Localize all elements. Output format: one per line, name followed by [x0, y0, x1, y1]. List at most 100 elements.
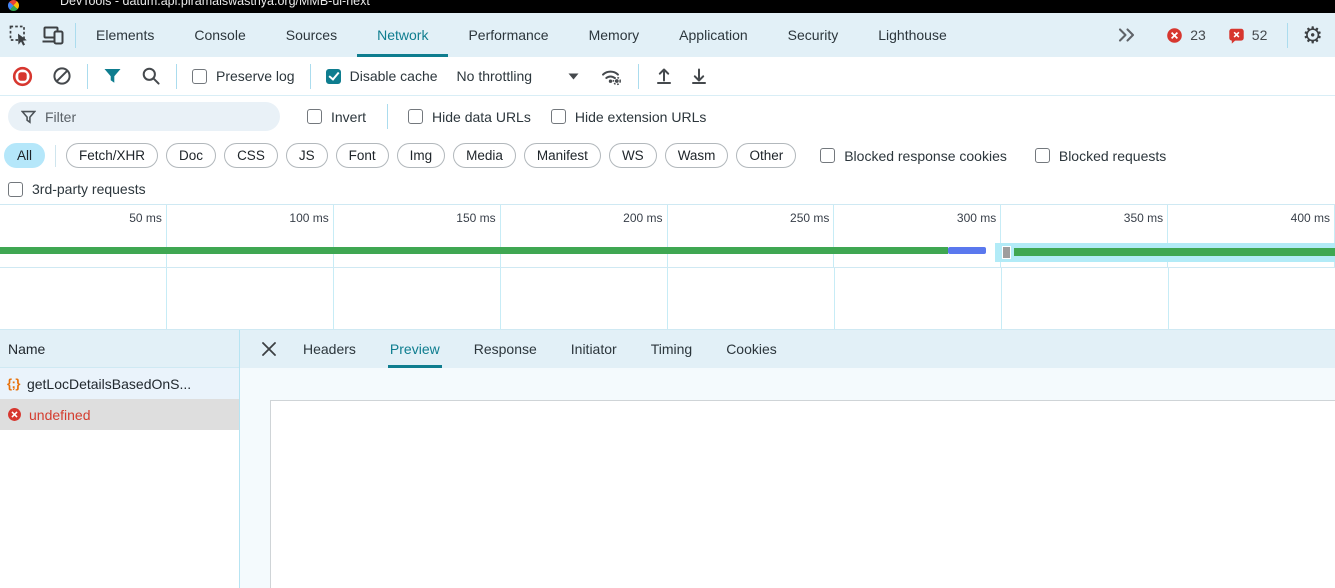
settings-gear-icon[interactable]: ⚙: [1302, 24, 1323, 47]
tab-application[interactable]: Application: [659, 13, 768, 57]
checkbox[interactable]: [1035, 148, 1050, 163]
tab-console[interactable]: Console: [174, 13, 265, 57]
title-bar: DevTools - datum.api.piramalswasthya.org…: [0, 0, 1335, 13]
network-toolbar: Preserve log Disable cache No throttling: [0, 57, 1335, 96]
preserve-log-label: Preserve log: [216, 68, 295, 84]
details-tab-initiator[interactable]: Initiator: [569, 330, 619, 368]
error-count: 23: [1190, 27, 1206, 43]
window-title: DevTools - datum.api.piramalswasthya.org…: [60, 0, 370, 8]
selection-drag-handle[interactable]: [1002, 246, 1011, 259]
request-list: Name {;} getLocDetailsBasedOnS... undefi…: [0, 330, 240, 588]
request-name: getLocDetailsBasedOnS...: [27, 376, 191, 392]
hide-data-urls-label: Hide data URLs: [432, 109, 531, 125]
chip-fetch-xhr[interactable]: Fetch/XHR: [66, 143, 158, 168]
hide-extension-urls-checkbox[interactable]: Hide extension URLs: [551, 109, 707, 125]
preserve-log-checkbox[interactable]: Preserve log: [192, 68, 295, 84]
checkbox[interactable]: [192, 69, 207, 84]
issues-count: 52: [1252, 27, 1268, 43]
chip-doc[interactable]: Doc: [166, 143, 216, 168]
chip-img[interactable]: Img: [397, 143, 446, 168]
export-har-icon[interactable]: [689, 66, 709, 86]
request-name: undefined: [29, 407, 91, 423]
details-tab-headers[interactable]: Headers: [301, 330, 358, 368]
timeline-overview[interactable]: 50 ms 100 ms 150 ms 200 ms 250 ms 300 ms…: [0, 205, 1335, 268]
blocked-requests-label: Blocked requests: [1059, 148, 1166, 164]
tab-memory[interactable]: Memory: [569, 13, 660, 57]
tab-sources[interactable]: Sources: [266, 13, 357, 57]
timeline-tick: 400 ms: [1291, 211, 1330, 225]
chip-js[interactable]: JS: [286, 143, 328, 168]
checkbox-checked[interactable]: [326, 69, 341, 84]
issues-message-icon: [1228, 27, 1245, 44]
search-icon[interactable]: [141, 66, 161, 86]
details-tab-timing[interactable]: Timing: [649, 330, 695, 368]
chip-font[interactable]: Font: [336, 143, 389, 168]
error-icon: [7, 407, 22, 422]
network-conditions-icon[interactable]: [600, 66, 623, 86]
tab-network[interactable]: Network: [357, 13, 448, 57]
resource-type-chips: All Fetch/XHR Doc CSS JS Font Img Media …: [0, 137, 1335, 174]
disable-cache-checkbox[interactable]: Disable cache: [326, 68, 438, 84]
divider: [176, 64, 177, 89]
chip-wasm[interactable]: Wasm: [665, 143, 729, 168]
overview-bar-green-selected: [1014, 248, 1335, 256]
blocked-response-cookies-checkbox[interactable]: Blocked response cookies: [820, 148, 1007, 164]
browser-favicon: [8, 0, 19, 11]
blocked-requests-checkbox[interactable]: Blocked requests: [1035, 148, 1166, 164]
checkbox[interactable]: [8, 182, 23, 197]
timeline-tick: 150 ms: [456, 211, 495, 225]
clear-network-log-icon[interactable]: [52, 66, 72, 86]
details-tab-response[interactable]: Response: [472, 330, 539, 368]
filter-input-pill[interactable]: [8, 102, 280, 131]
chip-manifest[interactable]: Manifest: [524, 143, 601, 168]
timeline-tick: 250 ms: [790, 211, 829, 225]
import-har-icon[interactable]: [654, 66, 674, 86]
overview-selection[interactable]: [995, 243, 1335, 262]
tab-security[interactable]: Security: [768, 13, 859, 57]
request-row[interactable]: {;} getLocDetailsBasedOnS...: [0, 368, 239, 399]
chip-ws[interactable]: WS: [609, 143, 657, 168]
checkbox[interactable]: [307, 109, 322, 124]
invert-checkbox[interactable]: Invert: [307, 109, 366, 125]
details-body: [240, 368, 1335, 588]
name-column-header[interactable]: Name: [0, 330, 239, 368]
chevron-down-icon: [568, 73, 579, 80]
tab-performance[interactable]: Performance: [448, 13, 568, 57]
devtools-window: DevTools - datum.api.piramalswasthya.org…: [0, 0, 1335, 588]
third-party-requests-checkbox[interactable]: 3rd-party requests: [8, 181, 146, 197]
details-tab-preview[interactable]: Preview: [388, 330, 442, 368]
chip-css[interactable]: CSS: [224, 143, 278, 168]
inspect-element-icon[interactable]: [9, 25, 30, 46]
divider: [87, 64, 88, 89]
close-icon[interactable]: [262, 342, 276, 356]
hide-extension-urls-label: Hide extension URLs: [575, 109, 707, 125]
checkbox[interactable]: [551, 109, 566, 124]
filter-input[interactable]: [45, 109, 255, 125]
tab-lighthouse[interactable]: Lighthouse: [858, 13, 967, 57]
invert-label: Invert: [331, 109, 366, 125]
chip-all[interactable]: All: [4, 143, 45, 168]
chip-media[interactable]: Media: [453, 143, 516, 168]
timeline-tick: 300 ms: [957, 211, 996, 225]
issues-badge[interactable]: 52: [1228, 27, 1268, 44]
timeline-tick: 350 ms: [1124, 211, 1163, 225]
tab-elements[interactable]: Elements: [76, 13, 174, 57]
chip-other[interactable]: Other: [736, 143, 796, 168]
hide-data-urls-checkbox[interactable]: Hide data URLs: [408, 109, 531, 125]
overview-bar-green: [0, 247, 948, 254]
request-row-selected[interactable]: undefined: [0, 399, 239, 430]
details-tab-cookies[interactable]: Cookies: [724, 330, 779, 368]
device-toolbar-icon[interactable]: [42, 25, 65, 45]
overview-bar-blue: [948, 247, 986, 254]
throttling-select[interactable]: No throttling: [453, 68, 579, 84]
error-badge[interactable]: 23: [1166, 27, 1206, 44]
blocked-response-cookies-label: Blocked response cookies: [844, 148, 1007, 164]
devtools-tab-bar: Elements Console Sources Network Perform…: [0, 13, 1335, 57]
more-tabs-icon[interactable]: [1116, 25, 1138, 45]
timeline-tick: 50 ms: [129, 211, 162, 225]
checkbox[interactable]: [820, 148, 835, 163]
record-network-log-icon[interactable]: [12, 66, 33, 87]
filter-funnel-icon[interactable]: [103, 67, 122, 85]
divider: [310, 64, 311, 89]
checkbox[interactable]: [408, 109, 423, 124]
